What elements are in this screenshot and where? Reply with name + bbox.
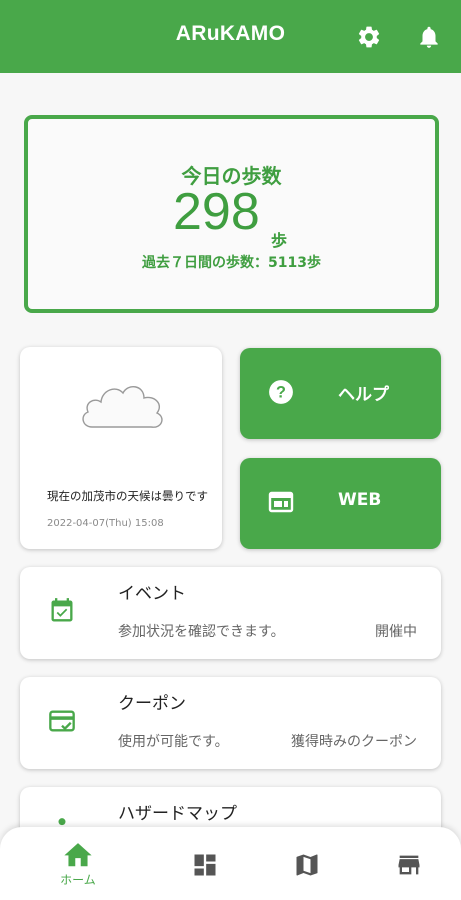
gear-icon bbox=[358, 26, 380, 48]
notifications-button[interactable] bbox=[414, 22, 444, 52]
nav-home[interactable]: ホーム bbox=[45, 827, 111, 900]
web-browser-icon bbox=[267, 488, 295, 516]
bottom-navigation: ホーム bbox=[0, 827, 461, 900]
steps-unit: 歩 bbox=[271, 231, 288, 250]
coupon-status: 獲得時みのクーポン bbox=[291, 734, 417, 750]
svg-text:?: ? bbox=[276, 383, 286, 401]
nav-store[interactable] bbox=[392, 827, 426, 900]
help-circle-icon: ? bbox=[267, 378, 295, 406]
dashboard-icon bbox=[194, 854, 216, 876]
help-button-label: ヘルプ bbox=[338, 385, 389, 405]
bell-icon bbox=[420, 26, 438, 48]
event-title: イベント bbox=[118, 584, 186, 604]
app-title: ARuKAMO bbox=[175, 22, 286, 45]
weekly-steps: 過去７日間の歩数：5113歩 bbox=[142, 255, 321, 271]
home-icon bbox=[64, 843, 92, 867]
weather-description: 現在の加茂市の天候は曇りです bbox=[47, 489, 208, 503]
help-button[interactable]: ? ヘルプ bbox=[240, 348, 441, 439]
coupon-title: クーポン bbox=[118, 694, 186, 714]
coupon-description: 使用が可能です。 bbox=[118, 734, 229, 750]
web-button[interactable]: WEB bbox=[240, 458, 441, 549]
coupon-list-item[interactable]: クーポン 使用が可能です。 獲得時みのクーポン bbox=[20, 677, 441, 769]
app-bar: ARuKAMO bbox=[0, 0, 461, 73]
step-count-card: 今日の歩数 298 歩 過去７日間の歩数：5113歩 bbox=[24, 115, 439, 313]
weather-timestamp: 2022-04-07(Thu) 15:08 bbox=[47, 518, 164, 529]
calendar-check-icon bbox=[51, 598, 73, 622]
event-status: 開催中 bbox=[375, 624, 417, 640]
map-icon bbox=[296, 854, 318, 876]
coupon-card-icon bbox=[49, 710, 75, 732]
nav-map[interactable] bbox=[290, 827, 324, 900]
cloud-icon bbox=[82, 386, 163, 428]
hazard-map-title: ハザードマップ bbox=[118, 804, 237, 824]
web-button-label: WEB bbox=[338, 490, 382, 510]
settings-button[interactable] bbox=[354, 22, 384, 52]
weather-card: 現在の加茂市の天候は曇りです 2022-04-07(Thu) 15:08 bbox=[20, 347, 222, 549]
nav-dashboard[interactable] bbox=[188, 827, 222, 900]
event-list-item[interactable]: イベント 参加状況を確認できます。 開催中 bbox=[20, 567, 441, 659]
nav-home-label: ホーム bbox=[60, 873, 96, 887]
event-description: 参加状況を確認できます。 bbox=[118, 624, 285, 640]
store-icon bbox=[398, 855, 420, 875]
today-steps-value: 298 bbox=[173, 183, 260, 241]
